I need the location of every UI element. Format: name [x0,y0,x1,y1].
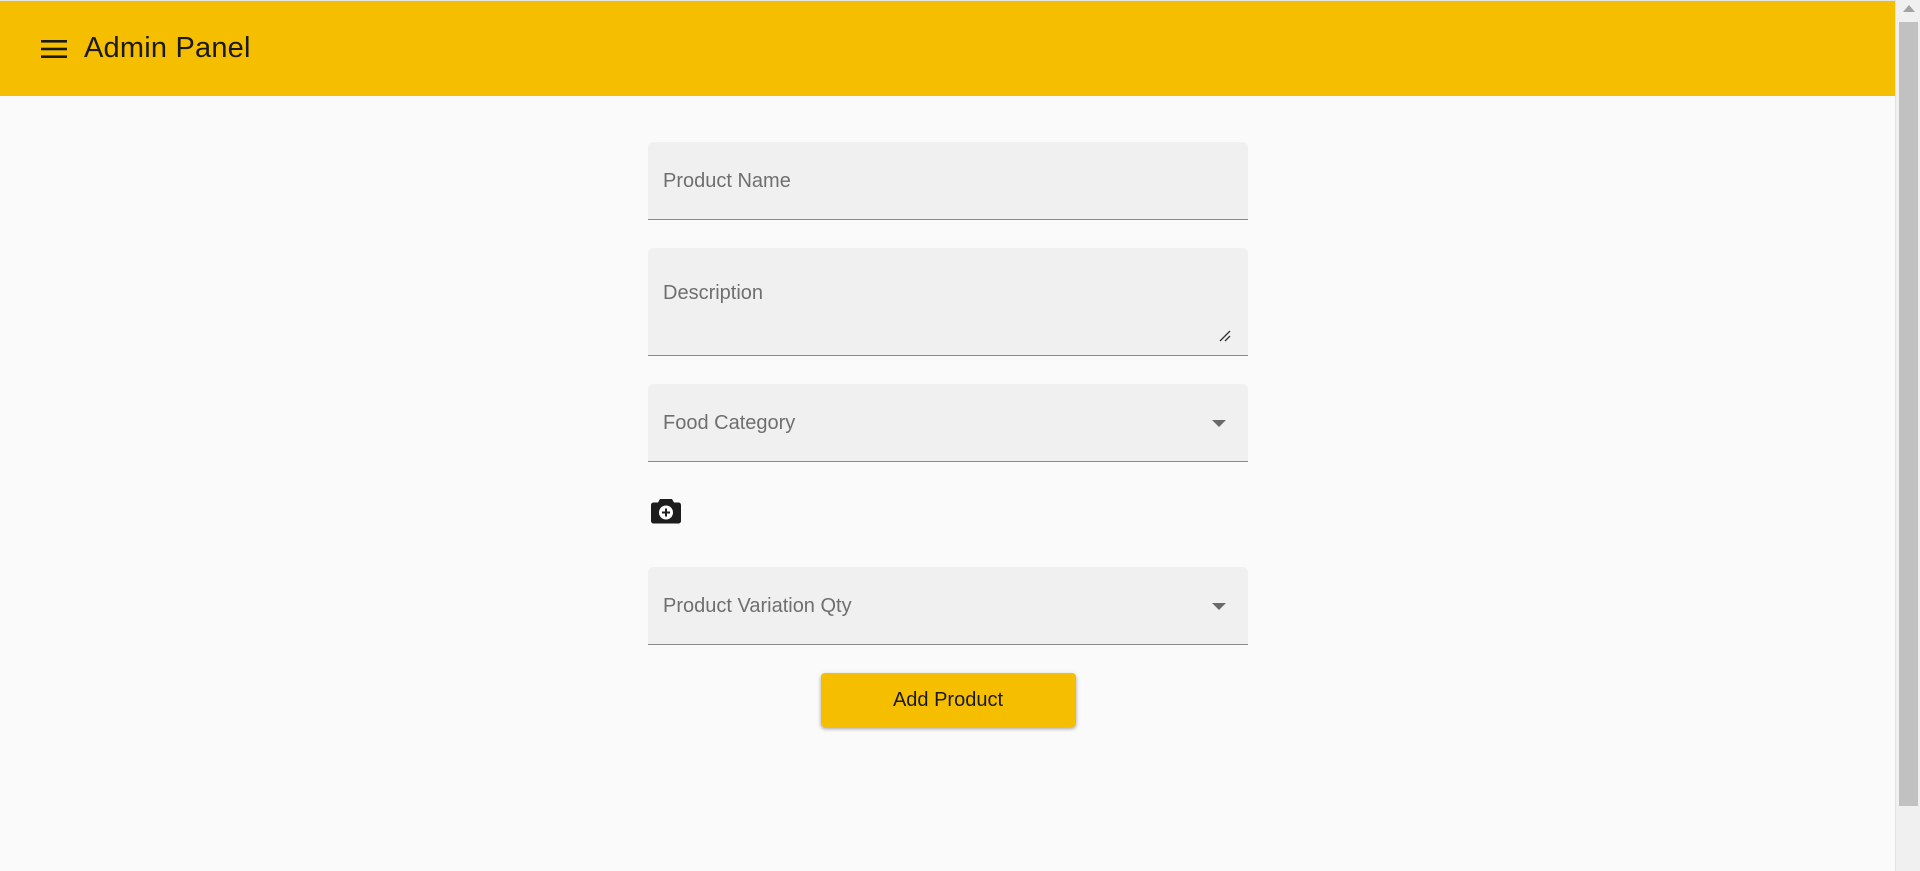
app-title: Admin Panel [84,32,251,64]
description-field[interactable]: Description [648,248,1248,356]
scrollbar-thumb[interactable] [1899,22,1918,806]
product-name-label: Product Name [663,170,791,192]
product-name-field[interactable]: Product Name [648,142,1248,220]
food-category-select[interactable]: Food Category [648,384,1248,462]
product-form: Product Name Description Food Category P… [648,142,1248,727]
app-bar: Admin Panel [0,0,1895,96]
menu-icon[interactable] [40,35,68,63]
chevron-down-icon [1212,603,1226,610]
product-variation-qty-label: Product Variation Qty [663,595,852,617]
food-category-label: Food Category [663,412,796,434]
resize-handle-icon[interactable] [1217,328,1231,342]
product-variation-qty-select[interactable]: Product Variation Qty [648,567,1248,645]
add-photo-button[interactable] [649,495,683,527]
vertical-scrollbar[interactable] [1895,0,1920,871]
scroll-up-arrow-icon[interactable] [1903,5,1915,12]
add-product-button[interactable]: Add Product [820,673,1076,727]
description-label: Description [663,282,764,304]
add-a-photo-icon [651,499,681,524]
button-row: Add Product [648,673,1248,727]
chevron-down-icon [1212,420,1226,427]
